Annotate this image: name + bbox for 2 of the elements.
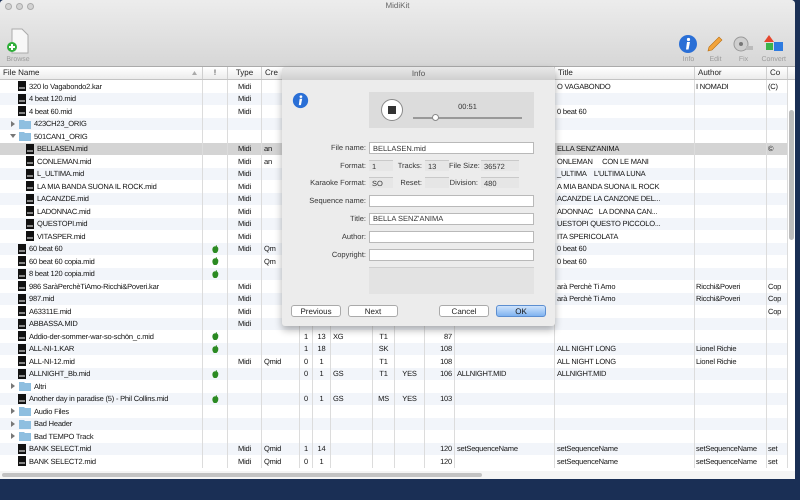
dialog-title: Info [412, 68, 426, 80]
window-title: MidiKit [385, 0, 410, 12]
